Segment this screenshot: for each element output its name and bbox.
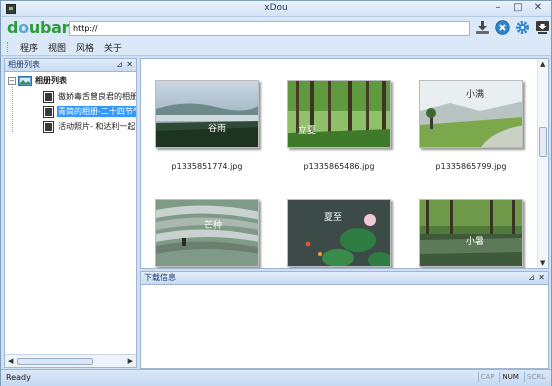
pin-icon[interactable]: ⊿	[528, 272, 535, 284]
num-lock-indicator: NUM	[499, 372, 520, 382]
photo-thumbnail[interactable]: 立夏	[287, 80, 391, 148]
menu-grip	[7, 42, 9, 52]
scroll-down-icon[interactable]: ▼	[540, 259, 545, 267]
status-text: Ready	[6, 373, 31, 382]
album-icon	[43, 105, 54, 118]
photo-item[interactable]: 立夏 p1335865486.jpg	[287, 80, 391, 171]
app-window: xDou – □ ✕ douban http:// 程序 视图 风格 关于 相册…	[0, 0, 552, 386]
album-panel-header: 相册列表 ⊿ ✕	[5, 59, 136, 72]
photo-filename: p1335865486.jpg	[303, 162, 375, 171]
photo-overlay-text: 谷雨	[208, 124, 227, 134]
minimize-button[interactable]: –	[489, 2, 507, 15]
menu-program[interactable]: 程序	[15, 41, 43, 54]
close-panel-icon[interactable]: ✕	[126, 59, 133, 71]
menu-style[interactable]: 风格	[71, 41, 99, 54]
album-icon	[43, 120, 54, 133]
tree-item-album-3[interactable]: 活动照片- 和达利一起的	[43, 120, 136, 133]
download-panel: 下载信息 ⊿ ✕	[140, 271, 549, 369]
scroll-right-icon[interactable]: ▶	[128, 357, 133, 365]
photo-item[interactable]: 芒种	[155, 199, 259, 268]
horizontal-scrollbar[interactable]: ◀ ▶	[5, 354, 136, 367]
photo-item[interactable]: 小满 p1335865799.jpg	[419, 80, 523, 171]
tree-item-label: 傲娇毒舌曾良君的相册	[58, 92, 136, 101]
status-bar: Ready CAP NUM SCRL	[1, 369, 551, 386]
collapse-icon[interactable]: −	[8, 76, 16, 85]
title-bar: xDou – □ ✕	[1, 1, 551, 17]
menu-bar: 程序 视图 风格 关于	[1, 39, 551, 56]
photo-gallery: 谷雨 p1335851774.jpg 立夏 p1335865486.jpg 小满…	[140, 58, 549, 269]
photo-overlay-text: 芒种	[204, 221, 223, 231]
address-bar: douban	[1, 17, 551, 39]
photo-thumbnail[interactable]: 小满	[419, 80, 523, 148]
photo-item[interactable]: 小暑	[419, 199, 523, 268]
scroll-lock-indicator: SCRL	[523, 372, 547, 382]
photo-item[interactable]: 夏至	[287, 199, 391, 268]
album-panel-title: 相册列表	[8, 60, 40, 69]
album-list-panel: 相册列表 ⊿ ✕ − 相册列表 傲娇毒舌曾良君的相册 青简的相册-二十四节气 活…	[4, 58, 137, 368]
photo-overlay-text: 小暑	[466, 237, 485, 247]
window-title: xDou	[264, 3, 288, 13]
photo-filename: p1335851774.jpg	[171, 162, 243, 171]
photo-item[interactable]: 谷雨 p1335851774.jpg	[155, 80, 259, 171]
pin-icon[interactable]: ⊿	[116, 59, 123, 71]
album-icon	[43, 90, 54, 103]
caps-lock-indicator: CAP	[477, 372, 497, 382]
tree-item-album-1[interactable]: 傲娇毒舌曾良君的相册	[43, 90, 136, 103]
photo-overlay-text: 夏至	[324, 213, 343, 223]
tree-item-label: 青简的相册-二十四节气	[57, 106, 136, 117]
menu-about[interactable]: 关于	[99, 41, 127, 54]
export-icon[interactable]	[535, 20, 550, 35]
scrollbar-thumb[interactable]	[17, 358, 93, 365]
tree-item-label: 活动照片- 和达利一起的	[58, 122, 136, 131]
scroll-up-icon[interactable]: ▲	[540, 60, 545, 68]
tree-root[interactable]: − 相册列表	[8, 74, 67, 87]
photo-thumbnail[interactable]: 谷雨	[155, 80, 259, 148]
photo-thumbnail[interactable]: 夏至	[287, 199, 391, 267]
close-panel-icon[interactable]: ✕	[538, 272, 545, 284]
menu-view[interactable]: 视图	[43, 41, 71, 54]
douban-logo: douban	[7, 18, 73, 37]
close-window-button[interactable]: ✕	[529, 2, 547, 15]
maximize-button[interactable]: □	[509, 2, 527, 15]
download-panel-header: 下载信息 ⊿ ✕	[141, 272, 548, 285]
album-tree: − 相册列表 傲娇毒舌曾良君的相册 青简的相册-二十四节气 活动照片- 和达利一…	[5, 72, 136, 354]
photo-thumbnail[interactable]: 芒种	[155, 199, 259, 267]
scroll-left-icon[interactable]: ◀	[8, 357, 13, 365]
album-folder-icon	[18, 76, 32, 86]
tree-root-label: 相册列表	[35, 76, 67, 85]
url-input[interactable]	[69, 21, 470, 36]
close-circle-icon[interactable]	[495, 20, 510, 35]
settings-icon[interactable]	[515, 20, 530, 35]
tree-item-album-2[interactable]: 青简的相册-二十四节气	[43, 105, 136, 118]
vertical-scrollbar[interactable]: ▲ ▼	[537, 59, 548, 268]
photo-thumbnail[interactable]: 小暑	[419, 199, 523, 267]
photo-filename: p1335865799.jpg	[435, 162, 507, 171]
scrollbar-thumb[interactable]	[539, 127, 547, 157]
photo-overlay-text: 立夏	[298, 126, 317, 136]
photo-overlay-text: 小满	[466, 90, 485, 100]
download-panel-title: 下载信息	[144, 273, 176, 282]
download-icon[interactable]	[475, 20, 490, 35]
